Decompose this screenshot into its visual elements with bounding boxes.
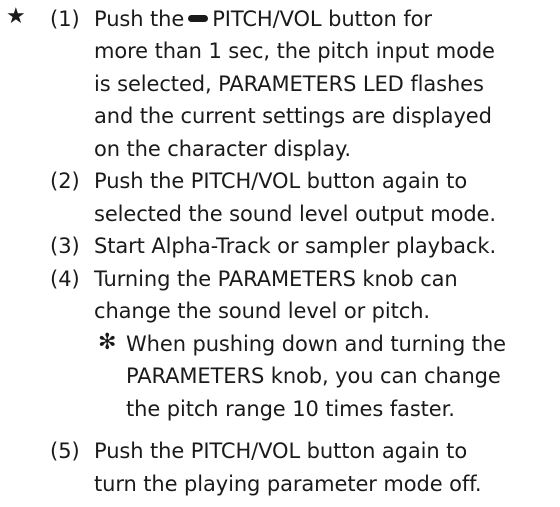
step-5-line-1: Push the PITCH/VOL button again to	[94, 439, 468, 463]
asterisk-note-icon: ✻	[98, 330, 117, 355]
step-4-line-1: Turning the PARAMETERS knob can	[94, 267, 458, 291]
step-3-number: (3)	[50, 234, 80, 258]
note-line-1: When pushing down and turning the	[126, 332, 506, 356]
note-line-2: PARAMETERS knob, you can change	[126, 364, 501, 388]
step-4-line-2: change the sound level or pitch.	[94, 299, 431, 323]
step-4-number: (4)	[50, 267, 80, 291]
step-1-line-4: and the current settings are displayed	[94, 104, 492, 128]
step-1-line-5: on the character display.	[94, 137, 351, 161]
step-2-number: (2)	[50, 169, 80, 193]
step-5-line-2: turn the playing parameter mode off.	[94, 472, 482, 496]
instruction-document: ★ (1) Push the PITCH/VOL button for more …	[0, 0, 560, 507]
step-2-line-2: selected the sound level output mode.	[94, 202, 496, 226]
step-1-line-2: more than 1 sec, the pitch input mode	[94, 39, 495, 63]
step-1-line-3: is selected, PARAMETERS LED flashes	[94, 72, 484, 96]
star-bullet-icon: ★	[6, 4, 26, 29]
step-1-text-a: Push the	[94, 7, 185, 31]
minus-button-icon	[188, 15, 209, 22]
note-line-3: the pitch range 10 times faster.	[126, 397, 455, 421]
step-3-line-1: Start Alpha-Track or sampler playback.	[94, 234, 497, 258]
step-1-number: (1)	[50, 7, 80, 31]
step-2-line-1: Push the PITCH/VOL button again to	[94, 169, 468, 193]
step-1-line-1: Push the PITCH/VOL button for	[94, 6, 432, 32]
step-1-text-b: PITCH/VOL button for	[212, 7, 432, 31]
step-5-number: (5)	[50, 439, 80, 463]
